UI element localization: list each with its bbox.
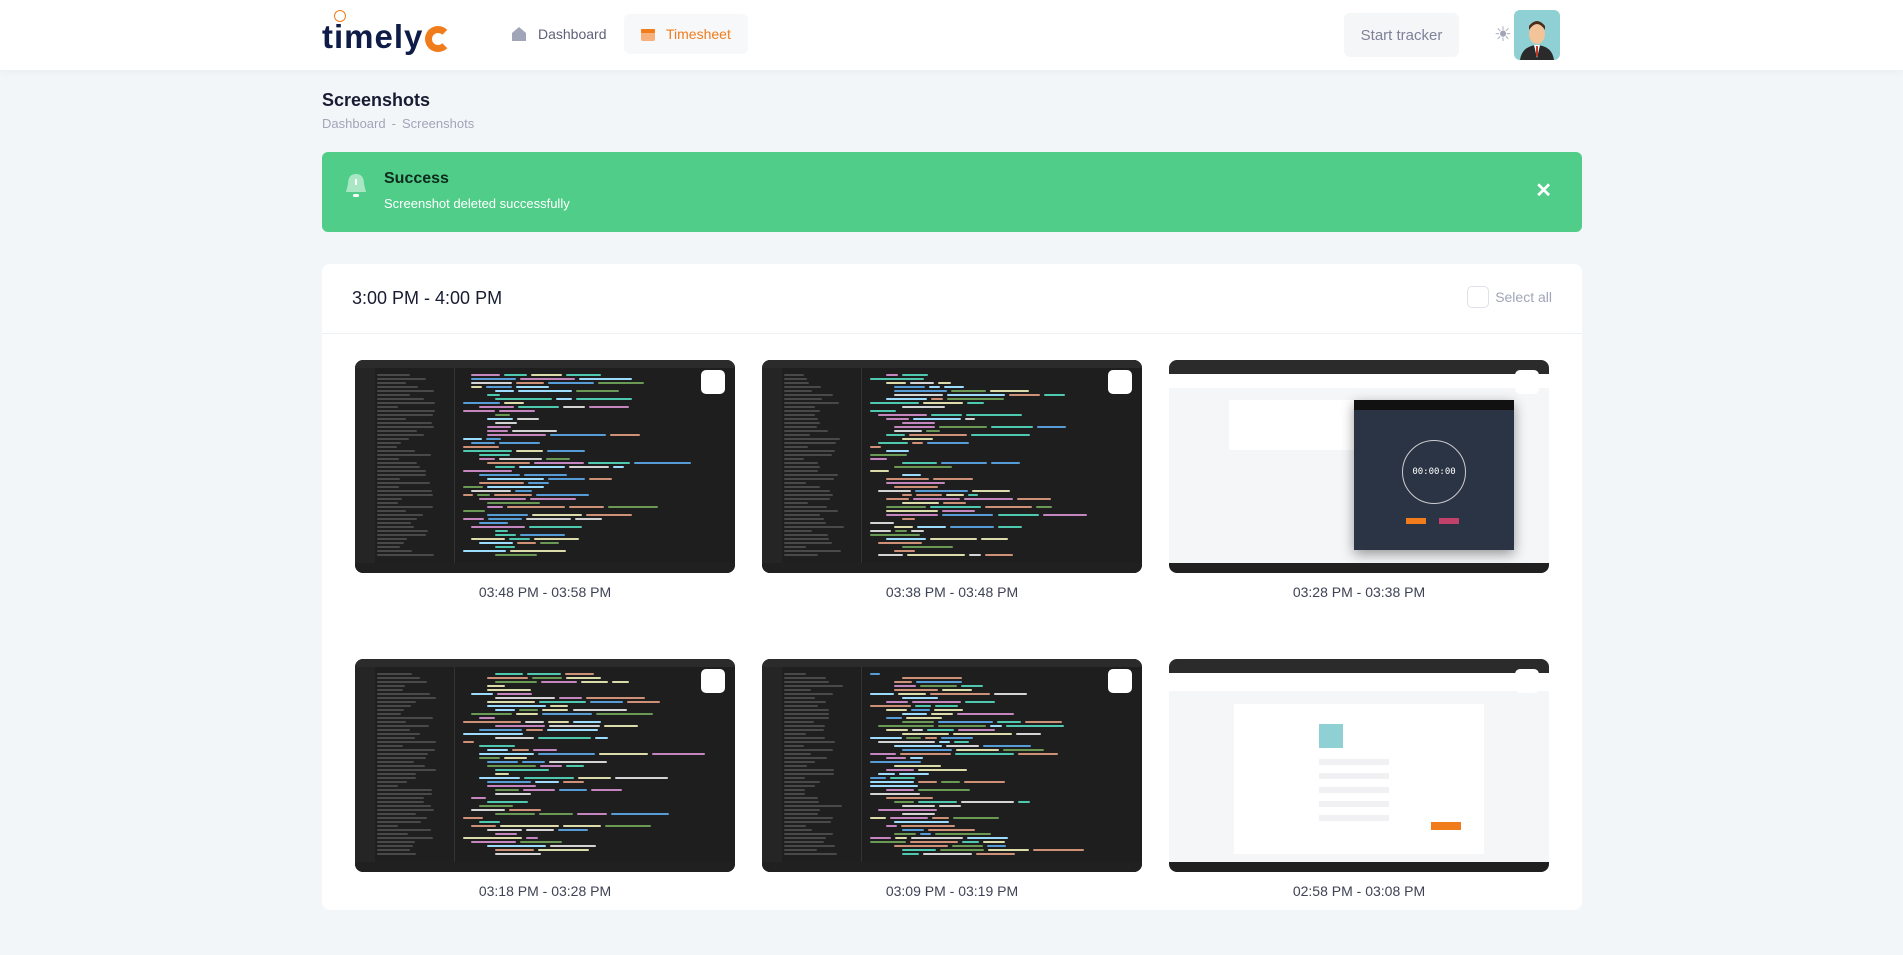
screenshot-checkbox[interactable] bbox=[1108, 669, 1132, 693]
breadcrumb-dashboard[interactable]: Dashboard bbox=[322, 116, 386, 131]
select-all[interactable]: Select all bbox=[1467, 286, 1552, 308]
bell-icon bbox=[346, 174, 366, 197]
nav-dashboard[interactable]: Dashboard bbox=[494, 14, 623, 54]
breadcrumb: Dashboard - Screenshots bbox=[322, 116, 475, 131]
success-alert: Success Screenshot deleted successfully … bbox=[322, 152, 1582, 232]
timer-display: 00:00:00 bbox=[1402, 440, 1466, 504]
timely-logo[interactable]: timely bbox=[322, 10, 452, 60]
screenshot-thumbnail[interactable] bbox=[355, 659, 735, 872]
close-icon[interactable]: ✕ bbox=[1535, 178, 1552, 203]
breadcrumb-screenshots: Screenshots bbox=[401, 116, 475, 131]
screenshot-time: 03:28 PM - 03:38 PM bbox=[1292, 584, 1426, 600]
calendar-icon bbox=[641, 29, 655, 41]
top-header: timely Dashboard Timesheet Start tracker… bbox=[0, 0, 1903, 70]
nav-timesheet[interactable]: Timesheet bbox=[624, 14, 748, 54]
screenshot-thumbnail[interactable] bbox=[762, 360, 1142, 573]
screenshot-item: 03:48 PM - 03:58 PM bbox=[355, 360, 735, 600]
screenshot-item: 03:09 PM - 03:19 PM bbox=[762, 659, 1142, 899]
theme-toggle-sun-icon[interactable]: ☀ bbox=[1491, 23, 1515, 47]
select-all-checkbox[interactable] bbox=[1467, 286, 1490, 308]
screenshot-thumbnail[interactable] bbox=[1169, 659, 1549, 872]
screenshot-checkbox[interactable] bbox=[1515, 370, 1539, 394]
screenshot-time: 03:38 PM - 03:48 PM bbox=[885, 584, 1019, 600]
screenshot-checkbox[interactable] bbox=[1108, 370, 1132, 394]
screenshot-checkbox[interactable] bbox=[701, 669, 725, 693]
screenshot-checkbox[interactable] bbox=[701, 370, 725, 394]
screenshot-grid: 03:48 PM - 03:58 PM 03:38 PM - 03:48 PM 00… bbox=[355, 360, 1549, 899]
screenshot-time: 03:48 PM - 03:58 PM bbox=[478, 584, 612, 600]
screenshot-time: 03:09 PM - 03:19 PM bbox=[885, 883, 1019, 899]
screenshots-card: 3:00 PM - 4:00 PM Select all 03:48 PM - … bbox=[322, 264, 1582, 910]
clock-icon bbox=[334, 10, 346, 22]
home-icon bbox=[512, 27, 526, 41]
screenshot-item: 00:00:00 03:28 PM - 03:38 PM bbox=[1169, 360, 1549, 600]
screenshot-time: 03:18 PM - 03:28 PM bbox=[478, 883, 612, 899]
screenshot-thumbnail[interactable]: 00:00:00 bbox=[1169, 360, 1549, 573]
screenshot-thumbnail[interactable] bbox=[762, 659, 1142, 872]
screenshot-item: 02:58 PM - 03:08 PM bbox=[1169, 659, 1549, 899]
user-avatar[interactable] bbox=[1514, 10, 1560, 60]
screenshot-checkbox[interactable] bbox=[1515, 669, 1539, 693]
screenshot-item: 03:18 PM - 03:28 PM bbox=[355, 659, 735, 899]
screenshot-thumbnail[interactable] bbox=[355, 360, 735, 573]
screenshot-item: 03:38 PM - 03:48 PM bbox=[762, 360, 1142, 600]
time-range-title: 3:00 PM - 4:00 PM bbox=[352, 288, 503, 308]
page-title: Screenshots bbox=[322, 90, 431, 110]
screenshot-time: 02:58 PM - 03:08 PM bbox=[1292, 883, 1426, 899]
start-tracker-button[interactable]: Start tracker bbox=[1344, 13, 1459, 57]
